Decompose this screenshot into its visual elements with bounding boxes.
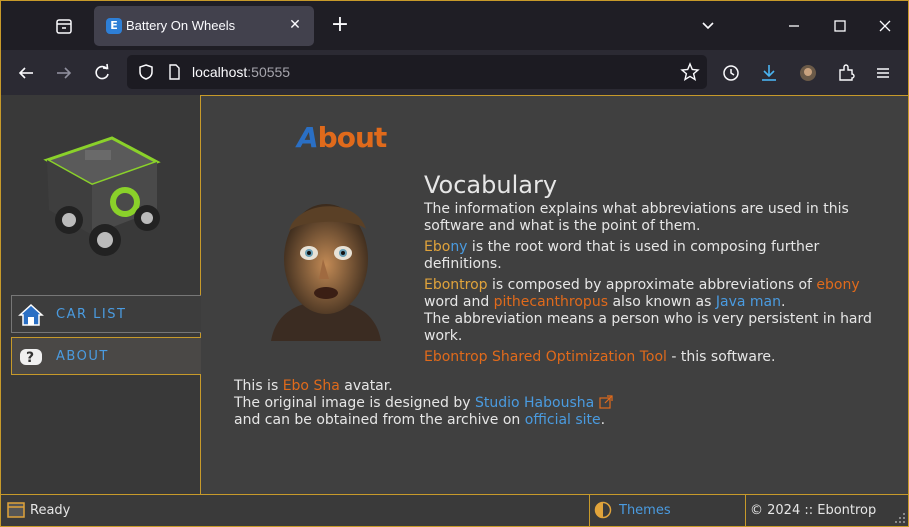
sidebar-item-label: CAR LIST: [56, 307, 127, 322]
tab-close-icon[interactable]: ✕: [286, 16, 304, 34]
ebony-text: is the root word that is used in composi…: [424, 239, 820, 272]
shield-icon[interactable]: [135, 61, 157, 83]
extensions-icon[interactable]: [835, 62, 857, 84]
java-man-word: Java man: [715, 294, 781, 310]
tool-definition: Ebontrop Shared Optimization Tool - this…: [424, 349, 894, 366]
ebontrop-text-1: is composed by approximate abbreviations…: [487, 277, 817, 293]
ebony-word: ebony: [816, 277, 860, 293]
status-divider: [589, 495, 590, 526]
downloads-icon[interactable]: [758, 62, 780, 84]
ebontrop-meaning: The abbreviation means a person who is v…: [424, 311, 872, 344]
copyright-text: © 2024 :: Ebontrop: [750, 503, 877, 518]
url-text: localhost:50555: [192, 64, 290, 80]
external-link-icon[interactable]: [599, 395, 613, 409]
page-title-first-letter: A: [297, 121, 319, 154]
ebontrop-text-3: also known as: [608, 294, 716, 310]
tab-title: Battery On Wheels: [126, 18, 236, 33]
browser-tab[interactable]: E Battery On Wheels ✕: [94, 6, 314, 46]
official-site-link[interactable]: official site: [525, 412, 601, 428]
credits-line-3: and can be obtained from the archive on …: [234, 412, 613, 429]
vocabulary-intro: The information explains what abbreviati…: [424, 201, 849, 234]
browser-titlebar: E Battery On Wheels ✕ +: [1, 1, 908, 50]
tool-term: Ebontrop Shared Optimization Tool: [424, 349, 667, 365]
reload-icon[interactable]: [91, 62, 113, 84]
page-title: About: [297, 121, 388, 154]
theme-icon[interactable]: [594, 501, 612, 519]
ebony-highlight-1: Ebo: [424, 239, 451, 255]
credits-line-1: This is Ebo Sha avatar.: [234, 378, 613, 395]
avatar-credits: This is Ebo Sha avatar. The original ima…: [234, 378, 613, 429]
tool-text: - this software.: [666, 349, 776, 365]
credits-text: .: [600, 412, 606, 428]
vocabulary-section: Vocabulary The information explains what…: [424, 171, 894, 370]
avatar-name: Ebo Sha: [282, 378, 340, 394]
sidebar: CAR LIST ? ABOUT: [1, 95, 202, 494]
history-icon[interactable]: [720, 62, 742, 84]
profile-avatar-icon[interactable]: [797, 62, 819, 84]
menu-hamburger-icon[interactable]: [872, 62, 894, 84]
ebontrop-definition: Ebontrop is composed by approximate abbr…: [424, 277, 894, 345]
forward-icon[interactable]: [53, 62, 75, 84]
favicon-icon: E: [106, 18, 122, 34]
tab-overflow-chevron-icon[interactable]: [697, 15, 719, 37]
ebontrop-text-2: word and: [424, 294, 494, 310]
tab-list-icon[interactable]: [53, 15, 75, 37]
avatar: [261, 191, 391, 351]
browser-navbar: localhost:50555: [1, 50, 908, 95]
studio-habousha-link[interactable]: Studio Habousha: [475, 395, 594, 411]
battery-car-logo: [37, 130, 167, 260]
vocabulary-heading: Vocabulary: [424, 171, 558, 199]
themes-button[interactable]: Themes: [619, 503, 671, 518]
credits-text: This is: [234, 378, 283, 394]
ebony-highlight-2: ny: [450, 239, 468, 255]
url-host: localhost: [192, 64, 248, 80]
question-icon: ?: [18, 344, 44, 370]
close-window-icon[interactable]: [874, 15, 896, 37]
pithecanthropus-word: pithecanthropus: [493, 294, 608, 310]
window-icon: [7, 502, 25, 518]
credits-text: The original image is designed by: [234, 395, 475, 411]
status-ready: Ready: [30, 503, 71, 518]
url-port: :50555: [247, 64, 291, 80]
status-divider: [745, 495, 746, 526]
maximize-icon[interactable]: [829, 15, 851, 37]
url-bar[interactable]: localhost:50555: [127, 55, 707, 89]
back-icon[interactable]: [15, 62, 37, 84]
bookmark-star-icon[interactable]: [679, 61, 701, 83]
new-tab-icon[interactable]: +: [329, 14, 351, 36]
credits-text: and can be obtained from the archive on: [234, 412, 525, 428]
ebony-definition: Ebony is the root word that is used in c…: [424, 239, 894, 273]
page-info-icon[interactable]: [163, 61, 185, 83]
minimize-icon[interactable]: [783, 15, 805, 37]
ebontrop-text-4: .: [781, 294, 786, 310]
credits-line-2: The original image is designed by Studio…: [234, 395, 613, 412]
sidebar-item-label: ABOUT: [56, 349, 109, 364]
sidebar-item-about[interactable]: ? ABOUT: [11, 337, 202, 375]
credits-text: avatar.: [339, 378, 393, 394]
main-content: About Vocabulary The information explain…: [201, 95, 908, 494]
ebontrop-term: Ebontrop: [424, 277, 488, 293]
home-icon: [18, 302, 44, 328]
status-bar: Ready Themes © 2024 :: Ebontrop: [1, 494, 908, 526]
resize-grip-icon[interactable]: [894, 509, 906, 523]
sidebar-item-car-list[interactable]: CAR LIST: [11, 295, 202, 333]
page-title-rest: bout: [317, 121, 388, 154]
svg-text:?: ?: [26, 350, 34, 366]
